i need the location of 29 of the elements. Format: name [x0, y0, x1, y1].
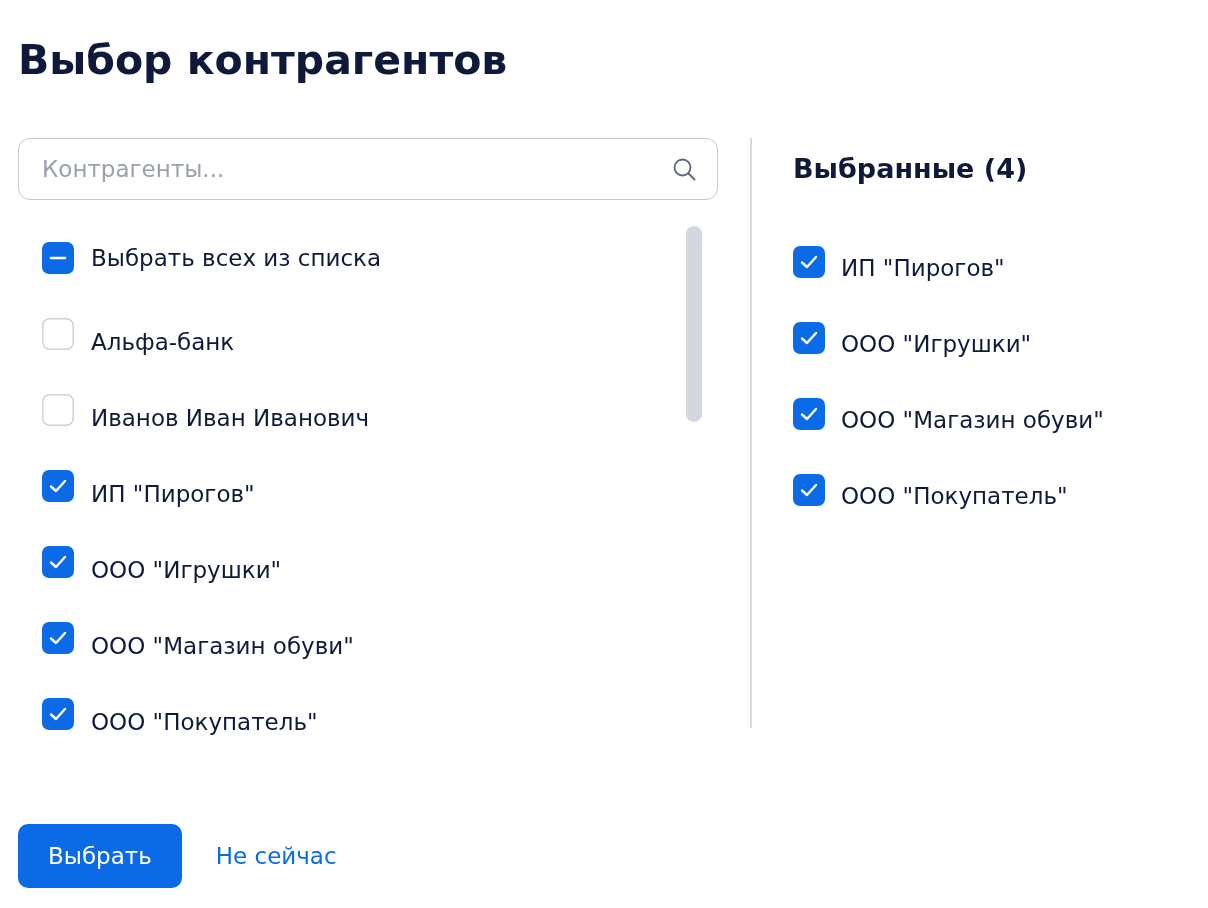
selected-heading: Выбранные (4) [793, 152, 1028, 186]
checkbox[interactable] [793, 246, 825, 278]
checkbox[interactable] [42, 546, 74, 578]
not-now-link[interactable]: Не сейчас [215, 843, 337, 869]
item-label: ИП "Пирогов" [91, 480, 255, 509]
search-field[interactable]: Контрагенты... [18, 138, 718, 200]
item-label: Иванов Иван Иванович [91, 404, 370, 433]
checkbox[interactable] [42, 622, 74, 654]
page-title: Выбор контрагентов [18, 35, 508, 86]
item-label: Альфа-банк [91, 328, 235, 357]
selected-item-label: ООО "Покупатель" [841, 482, 1068, 511]
scrollbar-thumb[interactable] [686, 226, 702, 422]
select-button[interactable]: Выбрать [18, 824, 182, 888]
checkbox[interactable] [793, 474, 825, 506]
checkbox[interactable] [42, 470, 74, 502]
selected-item-label: ООО "Магазин обуви" [841, 406, 1104, 435]
checkbox[interactable] [42, 318, 74, 350]
item-label: ООО "Покупатель" [91, 708, 318, 737]
checkbox[interactable] [793, 398, 825, 430]
item-label: ООО "Игрушки" [91, 556, 282, 585]
selected-item-label: ООО "Игрушки" [841, 330, 1032, 359]
item-label: ООО "Магазин обуви" [91, 632, 354, 661]
checkbox[interactable] [42, 698, 74, 730]
search-icon [672, 157, 696, 181]
checkbox[interactable] [793, 322, 825, 354]
checkbox[interactable] [42, 242, 74, 274]
checkbox[interactable] [42, 394, 74, 426]
select-all-label: Выбрать всех из списка [91, 244, 382, 273]
selected-item-label: ИП "Пирогов" [841, 254, 1005, 283]
